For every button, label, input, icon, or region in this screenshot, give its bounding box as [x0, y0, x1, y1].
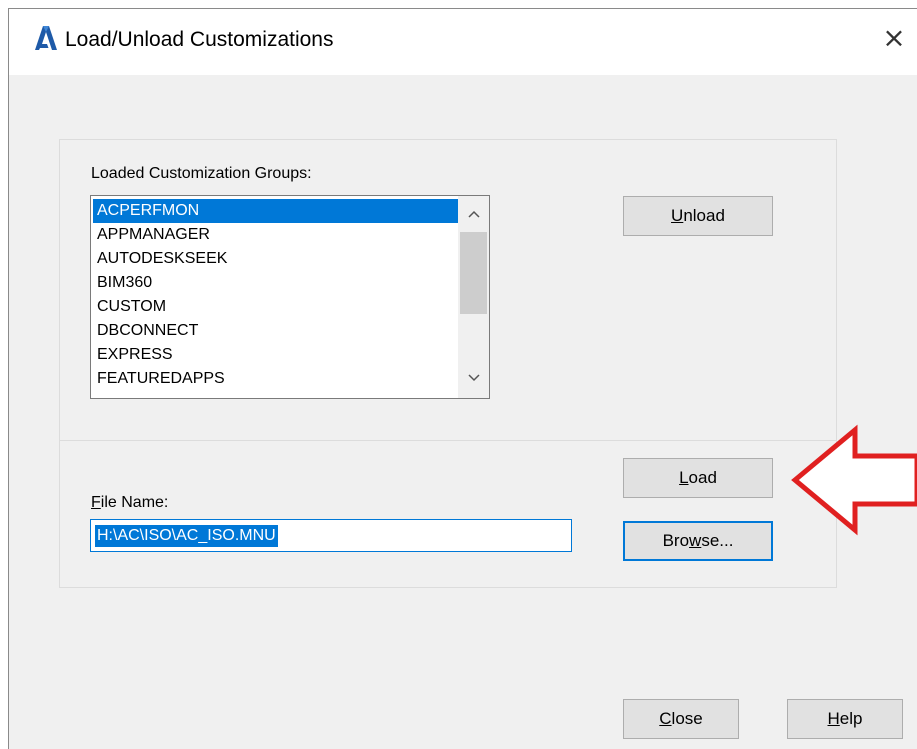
list-item[interactable]: CUSTOM — [93, 295, 458, 319]
list-item[interactable]: EXPRESS — [93, 343, 458, 367]
load-label-accel: L — [679, 468, 689, 487]
loaded-groups-label: Loaded Customization Groups: — [91, 165, 312, 182]
help-label-post: elp — [839, 709, 863, 728]
scroll-thumb[interactable] — [460, 232, 487, 314]
red-arrow-left-icon — [791, 424, 917, 536]
list-item[interactable]: AUTODESKSEEK — [93, 247, 458, 271]
file-name-field[interactable]: H:\AC\ISO\AC_ISO.MNU — [90, 519, 572, 552]
load-button[interactable]: Load — [623, 458, 773, 498]
title-bar: Load/Unload Customizations × — [9, 9, 917, 75]
scroll-up-icon[interactable] — [458, 202, 489, 226]
help-button[interactable]: Help — [787, 699, 903, 739]
browse-label-accel: w — [689, 531, 702, 550]
close-button[interactable]: Close — [623, 699, 739, 739]
close-label-accel: C — [659, 709, 672, 728]
listbox-scrollbar[interactable] — [458, 196, 489, 398]
window-title: Load/Unload Customizations — [65, 28, 334, 51]
load-label-post: oad — [688, 468, 717, 487]
file-name-label-accel: F — [91, 494, 101, 511]
browse-label-pre: Bro — [662, 531, 690, 550]
close-icon[interactable]: × — [877, 21, 911, 55]
list-item[interactable]: BIM360 — [93, 271, 458, 295]
customization-groups-list: ACPERFMON APPMANAGER AUTODESKSEEK BIM360 CUS… — [93, 199, 458, 391]
file-name-value: H:\AC\ISO\AC_ISO.MNU — [95, 525, 278, 547]
scroll-down-icon[interactable] — [458, 366, 489, 390]
file-name-label-rest: ile Name: — [100, 494, 169, 511]
customization-groups-listbox[interactable]: ACPERFMON APPMANAGER AUTODESKSEEK BIM360 CUS… — [90, 195, 490, 399]
load-unload-dialog: Load/Unload Customizations × Loaded Cust… — [8, 8, 917, 749]
browse-label-post: se... — [701, 531, 734, 550]
unload-label-post: nload — [683, 206, 725, 225]
browse-button[interactable]: Browse... — [623, 521, 773, 561]
help-label-accel: H — [827, 709, 840, 728]
list-item[interactable]: APPMANAGER — [93, 223, 458, 247]
list-item[interactable]: FEATUREDAPPS — [93, 367, 458, 391]
unload-button[interactable]: Unload — [623, 196, 773, 236]
unload-label-accel: U — [671, 206, 684, 225]
list-item[interactable]: DBCONNECT — [93, 319, 458, 343]
close-label-post: lose — [671, 709, 703, 728]
file-name-label: File Name: — [91, 494, 168, 512]
autocad-a-icon — [35, 26, 57, 50]
list-item[interactable]: ACPERFMON — [93, 199, 458, 223]
